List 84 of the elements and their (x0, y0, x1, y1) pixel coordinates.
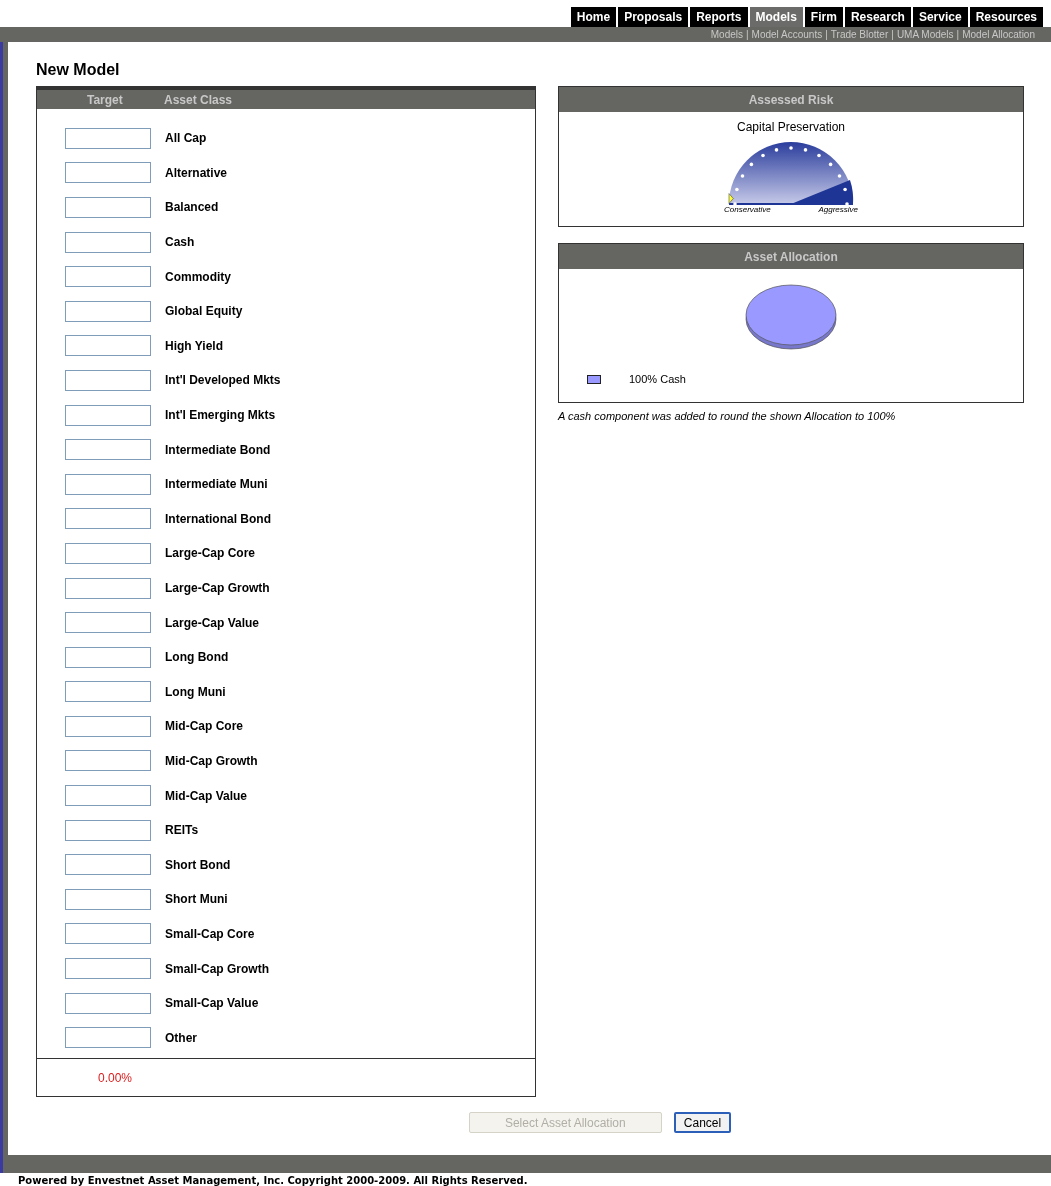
panel-title: Asset Allocation (744, 248, 838, 266)
asset-class-label: REITs (165, 822, 199, 840)
asset-class-label: Intermediate Bond (165, 441, 271, 459)
target-input[interactable] (65, 300, 151, 322)
asset-class-label: International Bond (165, 510, 271, 528)
gauge-min-label: Conservative (724, 206, 771, 214)
asset-class-label: Mid-Cap Growth (165, 753, 258, 770)
asset-class-label: Other (165, 1029, 197, 1047)
sub-nav-link[interactable]: Model Allocation (962, 27, 1035, 42)
target-input[interactable] (65, 750, 151, 772)
target-input[interactable] (65, 819, 151, 841)
nav-tab[interactable]: Reports (690, 7, 748, 27)
nav-tab[interactable]: Service (912, 7, 968, 27)
asset-class-label: Small-Cap Value (165, 995, 259, 1013)
asset-class-label: Short Muni (165, 891, 228, 909)
target-input[interactable] (65, 335, 151, 357)
target-input[interactable] (65, 681, 151, 703)
asset-class-label: Cash (165, 234, 195, 252)
asset-class-label: Long Muni (165, 683, 226, 701)
gauge-max-label: Aggressive (818, 206, 858, 214)
nav-tab[interactable]: Resources (969, 7, 1043, 27)
action-button[interactable]: Cancel (673, 1112, 732, 1134)
target-input[interactable] (65, 231, 151, 253)
target-input[interactable] (65, 473, 151, 495)
target-input[interactable] (65, 958, 151, 980)
asset-class-label: Short Bond (165, 856, 231, 874)
target-input[interactable] (65, 888, 151, 910)
target-input[interactable] (65, 646, 151, 668)
sub-nav-link[interactable]: Trade Blotter (830, 27, 889, 42)
target-input[interactable] (65, 854, 151, 876)
asset-class-label: Balanced (165, 199, 219, 217)
target-input[interactable] (65, 266, 151, 288)
target-input[interactable] (65, 923, 151, 945)
target-input[interactable] (65, 577, 151, 599)
nav-tab[interactable]: Proposals (618, 7, 689, 27)
target-input[interactable] (65, 439, 151, 461)
target-input[interactable] (65, 127, 151, 149)
link-separator: | (955, 28, 961, 42)
target-input[interactable] (65, 404, 151, 426)
target-input[interactable] (65, 715, 151, 737)
target-input[interactable] (65, 197, 151, 218)
risk-profile-label: Capital Preservation (736, 119, 846, 136)
link-separator: | (890, 28, 895, 42)
link-separator: | (824, 28, 829, 42)
target-input[interactable] (65, 612, 151, 634)
asset-class-label: Large-Cap Value (165, 614, 260, 632)
total-percentage: 0.00% (98, 1069, 133, 1087)
asset-class-label: Int'l Developed Mkts (165, 372, 281, 390)
target-input[interactable] (65, 992, 151, 1014)
nav-tab[interactable]: Firm (804, 7, 843, 27)
asset-class-label: Commodity (165, 268, 231, 286)
nav-tab[interactable]: Models (749, 7, 803, 27)
nav-tab[interactable]: Research (844, 7, 911, 27)
asset-class-label: Small-Cap Growth (165, 960, 269, 978)
asset-class-label: Int'l Emerging Mkts (165, 407, 276, 425)
asset-class-label: Global Equity (165, 303, 243, 321)
allocation-note: A cash component was added to round the shown Allocation to 100% (558, 408, 897, 424)
target-input[interactable] (65, 1027, 151, 1049)
asset-class-label: High Yield (165, 337, 223, 355)
asset-class-label: Alternative (165, 164, 228, 182)
sub-nav-link[interactable]: Models (710, 27, 743, 42)
asset-class-label: Small-Cap Core (165, 925, 255, 943)
asset-class-label: Mid-Cap Value (165, 787, 247, 805)
sub-nav-link[interactable]: Model Accounts (751, 27, 823, 42)
nav-tab[interactable]: Home (570, 7, 617, 27)
page-title: New Model (36, 60, 121, 80)
asset-class-label: Large-Cap Core (165, 545, 256, 563)
target-input[interactable] (65, 785, 151, 807)
column-header: Target (86, 91, 124, 109)
target-input[interactable] (65, 508, 151, 530)
sub-nav-link[interactable]: UMA Models (896, 27, 954, 42)
target-input[interactable] (65, 162, 151, 184)
asset-class-label: Large-Cap Growth (165, 580, 270, 597)
copyright-footer: Powered by Envestnet Asset Management, Inc. Copyright 2000-2009. All Rights Reserved. (18, 1173, 528, 1186)
target-input[interactable] (65, 542, 151, 564)
asset-class-label: Mid-Cap Core (165, 718, 243, 736)
asset-class-label: Long Bond (165, 649, 229, 667)
panel-title: Assessed Risk (748, 91, 834, 109)
legend-label: 100% Cash (629, 372, 686, 387)
asset-class-label: All Cap (165, 130, 207, 148)
target-input[interactable] (65, 369, 151, 391)
asset-class-label: Intermediate Muni (165, 476, 268, 494)
link-separator: | (745, 28, 750, 42)
column-header: Asset Class (164, 91, 233, 109)
